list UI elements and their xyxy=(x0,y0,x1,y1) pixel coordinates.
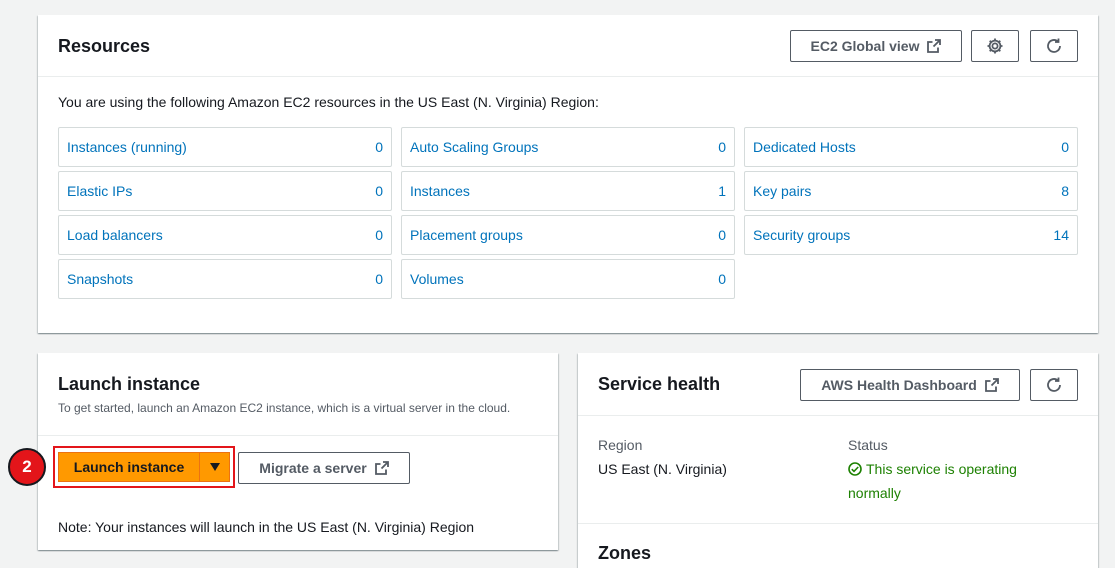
region-value: US East (N. Virginia) xyxy=(598,461,727,477)
refresh-icon xyxy=(1045,376,1063,394)
zones-title: Zones xyxy=(598,543,652,563)
resource-name: Volumes xyxy=(410,271,464,287)
resource-name: Instances xyxy=(410,183,470,199)
aws-health-dashboard-button[interactable]: AWS Health Dashboard xyxy=(800,369,1020,401)
resource-name: Security groups xyxy=(753,227,851,243)
resource-tile-load-balancers[interactable]: Load balancers 0 xyxy=(58,215,392,255)
resource-count: 0 xyxy=(718,227,726,243)
resource-count: 0 xyxy=(718,271,726,287)
zones-divider xyxy=(578,523,1098,524)
resource-tile-key-pairs[interactable]: Key pairs 8 xyxy=(744,171,1078,211)
resource-name: Placement groups xyxy=(410,227,523,243)
launch-instance-dropdown[interactable] xyxy=(199,452,230,482)
external-link-icon xyxy=(984,378,999,392)
resource-count: 0 xyxy=(718,139,726,155)
status-value: This service is operating normally xyxy=(848,461,1017,501)
resource-tile-dedicated-hosts[interactable]: Dedicated Hosts 0 xyxy=(744,127,1078,167)
resource-name: Load balancers xyxy=(67,227,163,243)
service-health-title: Service health xyxy=(598,374,721,394)
launch-instance-panel: Launch instance To get started, launch a… xyxy=(38,353,558,550)
resource-count: 8 xyxy=(1061,183,1069,199)
resource-tile-snapshots[interactable]: Snapshots 0 xyxy=(58,259,392,299)
external-link-icon xyxy=(927,39,942,53)
aws-health-dashboard-label: AWS Health Dashboard xyxy=(821,377,977,393)
resource-count: 0 xyxy=(1061,139,1069,155)
caret-down-icon xyxy=(209,459,221,475)
region-label: Region xyxy=(598,437,643,453)
resource-tile-instances[interactable]: Instances 1 xyxy=(401,171,735,211)
settings-button[interactable] xyxy=(971,30,1019,62)
launch-divider xyxy=(38,435,558,436)
resource-name: Elastic IPs xyxy=(67,183,133,199)
status-value-block: This service is operating normally xyxy=(848,458,1048,504)
step-number-badge: 2 xyxy=(8,448,46,486)
resource-tile-auto-scaling-groups[interactable]: Auto Scaling Groups 0 xyxy=(401,127,735,167)
resources-intro-text: You are using the following Amazon EC2 r… xyxy=(58,94,599,110)
status-label: Status xyxy=(848,437,888,453)
launch-instance-subtitle: To get started, launch an Amazon EC2 ins… xyxy=(58,401,511,415)
resource-count: 1 xyxy=(718,183,726,199)
resource-name: Dedicated Hosts xyxy=(753,139,856,155)
migrate-server-label: Migrate a server xyxy=(259,460,367,476)
resources-panel: Resources EC2 Global view You are using … xyxy=(38,15,1098,333)
launch-instance-button[interactable]: Launch instance xyxy=(58,452,200,482)
health-refresh-button[interactable] xyxy=(1030,369,1078,401)
resource-name: Snapshots xyxy=(67,271,134,287)
launch-instance-title: Launch instance xyxy=(58,374,201,394)
resource-count: 0 xyxy=(375,139,383,155)
check-circle-icon xyxy=(848,460,862,482)
resource-name: Auto Scaling Groups xyxy=(410,139,539,155)
resource-tile-volumes[interactable]: Volumes 0 xyxy=(401,259,735,299)
gear-icon xyxy=(986,37,1004,55)
service-health-panel: Service health AWS Health Dashboard Regi… xyxy=(578,353,1098,568)
refresh-icon xyxy=(1045,37,1063,55)
resource-tile-placement-groups[interactable]: Placement groups 0 xyxy=(401,215,735,255)
migrate-server-button[interactable]: Migrate a server xyxy=(238,452,410,484)
resource-tile-security-groups[interactable]: Security groups 14 xyxy=(744,215,1078,255)
external-link-icon xyxy=(374,461,389,475)
resource-count: 0 xyxy=(375,271,383,287)
refresh-button[interactable] xyxy=(1030,30,1078,62)
resource-name: Instances (running) xyxy=(67,139,187,155)
resource-count: 14 xyxy=(1053,227,1069,243)
resource-tile-instances-running[interactable]: Instances (running) 0 xyxy=(58,127,392,167)
launch-instance-label: Launch instance xyxy=(73,459,185,475)
launch-region-note: Note: Your instances will launch in the … xyxy=(58,519,475,535)
resource-name: Key pairs xyxy=(753,183,812,199)
resource-count: 0 xyxy=(375,227,383,243)
ec2-global-view-label: EC2 Global view xyxy=(810,38,920,54)
resource-tile-elastic-ips[interactable]: Elastic IPs 0 xyxy=(58,171,392,211)
resource-count: 0 xyxy=(375,183,383,199)
resources-title: Resources xyxy=(58,36,151,56)
ec2-global-view-button[interactable]: EC2 Global view xyxy=(790,30,962,62)
